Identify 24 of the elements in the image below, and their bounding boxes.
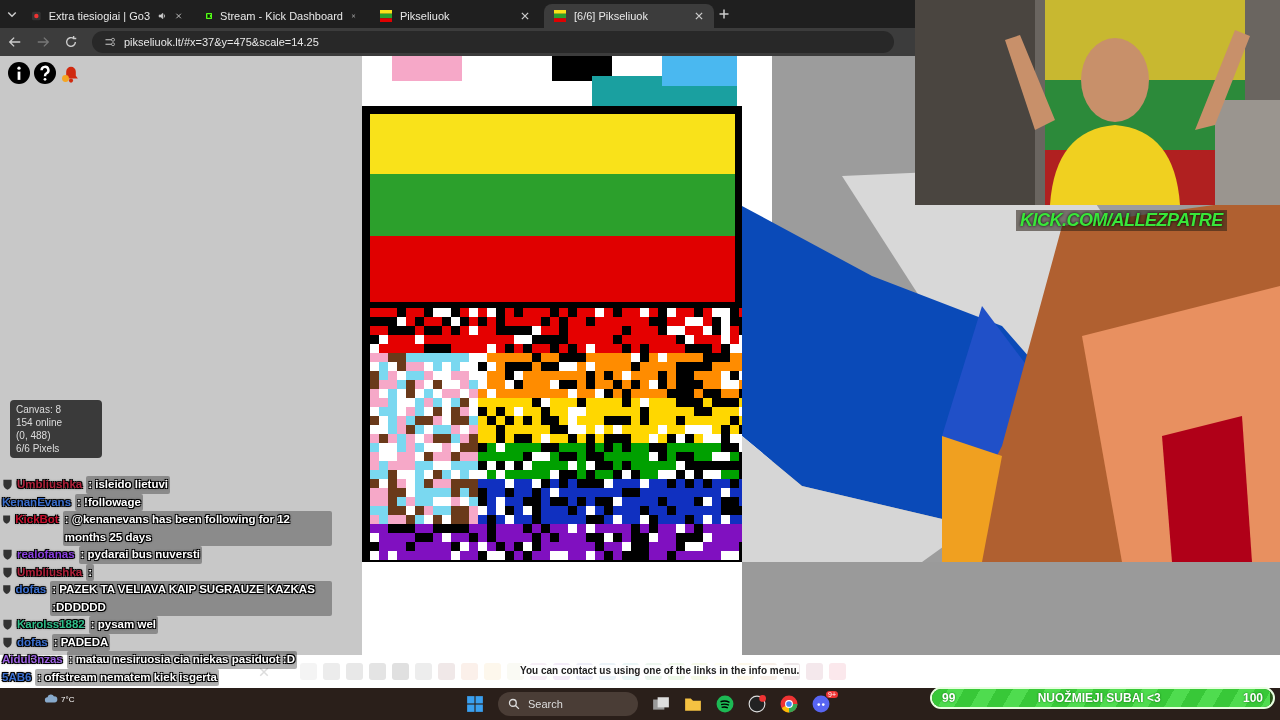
- chat-message: :: [86, 563, 95, 581]
- chat-message: : PAZEK TA VELIAVA KAIP SUGRAUZE KAZKAS :DDDDDD: [50, 581, 332, 616]
- chat-message: : !followage: [75, 493, 143, 511]
- tab-title: Extra tiesiogiai | Go3: [48, 10, 150, 22]
- chat-message: : @kenanevans has been following for 12 months 25 days: [62, 511, 332, 546]
- goal-start: 99: [942, 691, 956, 705]
- goal-label: NUOŽMIEJI SUBAI <3: [1037, 691, 1161, 705]
- info-text: 154 online: [16, 417, 64, 428]
- chat-message: : offstream nematem kiek isgerta: [35, 668, 219, 686]
- info-text: 6/6 Pixels: [16, 443, 61, 454]
- info-text: (0, 488): [16, 430, 52, 441]
- chat-message: : pydarai bus nuversti: [78, 546, 203, 564]
- tab-title: Pikseliuok: [400, 10, 451, 22]
- chat-message: : isleido lietuvi: [86, 476, 171, 494]
- tab-title: [6/6] Pikseliuok: [574, 10, 649, 22]
- chat-message: : pysam wel: [88, 616, 158, 634]
- goal-end: 100: [1242, 691, 1263, 705]
- weather-temperature: 7°C: [61, 694, 75, 704]
- tab-title: Stream - Kick Dashboard: [220, 10, 343, 22]
- chat-message: : PADEDA: [51, 633, 111, 651]
- info-text: Canvas: 8: [16, 404, 63, 415]
- chat-message: : matau nesiruosia cia niekas pasiduot :D: [66, 651, 297, 669]
- notice-toast: You can contact us using one of the links in the info menu.: [520, 665, 800, 676]
- stream-url-text: KICK.COM/ALLEZPATRE: [1016, 210, 1227, 231]
